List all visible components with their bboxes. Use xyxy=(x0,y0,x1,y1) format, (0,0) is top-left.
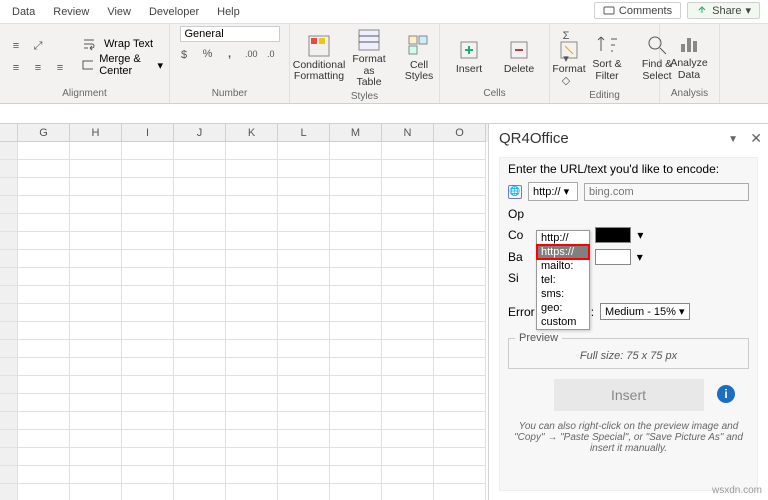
conditional-formatting-button[interactable]: Conditional Formatting xyxy=(296,32,342,85)
watermark: wsxdn.com xyxy=(712,485,762,496)
align-left-icon[interactable]: ≡ xyxy=(6,58,26,78)
increase-decimal-icon[interactable]: .00 xyxy=(242,44,262,64)
table-icon xyxy=(357,28,381,52)
scheme-option-selected[interactable]: https:// xyxy=(537,245,589,259)
group-label-cells: Cells xyxy=(446,88,543,101)
pane-menu-icon[interactable]: ▼ xyxy=(728,134,738,145)
preview-size: Full size: 75 x 75 px xyxy=(515,350,742,362)
column-headers: G H I J K L M N O xyxy=(0,124,488,142)
wrap-text-button[interactable]: Wrap Text xyxy=(82,37,163,51)
size-label: Si xyxy=(508,271,519,285)
sort-icon xyxy=(595,33,619,57)
insert-icon xyxy=(457,38,481,62)
globe-icon: 🌐 xyxy=(508,185,522,199)
options-label: Op xyxy=(508,207,524,221)
scheme-option[interactable]: geo: xyxy=(537,301,589,315)
svg-text:.0: .0 xyxy=(267,49,275,59)
menu-help[interactable]: Help xyxy=(217,6,240,18)
scheme-option[interactable]: mailto: xyxy=(537,259,589,273)
qr4office-pane: QR4Office ▼ ✕ Enter the URL/text you'd l… xyxy=(488,124,768,500)
orientation-icon[interactable]: ⤢ xyxy=(28,36,48,56)
tip-text: You can also right-click on the preview … xyxy=(508,421,749,454)
col-header[interactable]: J xyxy=(174,124,226,142)
scheme-select[interactable]: http:// ▾ xyxy=(528,182,578,201)
group-label-editing: Editing xyxy=(556,90,653,103)
group-label-alignment: Alignment xyxy=(6,88,163,101)
comments-button[interactable]: Comments xyxy=(594,2,681,19)
bg-color[interactable] xyxy=(595,249,631,265)
chevron-down-icon: ▾ xyxy=(745,4,751,17)
scheme-option[interactable]: tel: xyxy=(537,273,589,287)
col-header[interactable]: K xyxy=(226,124,278,142)
scheme-option[interactable]: custom xyxy=(537,315,589,329)
preview-box: Preview Full size: 75 x 75 px xyxy=(508,332,749,369)
info-icon[interactable]: i xyxy=(717,385,735,403)
close-icon[interactable]: ✕ xyxy=(750,130,762,147)
preview-label: Preview xyxy=(515,332,562,344)
scheme-dropdown: http:// https:// mailto: tel: sms: geo: … xyxy=(536,230,590,330)
merge-center-button[interactable]: Merge & Center▾ xyxy=(82,53,163,77)
format-table-button[interactable]: Format as Table xyxy=(346,26,392,91)
align-top-icon[interactable]: ≡ xyxy=(6,36,26,56)
scheme-option[interactable]: http:// xyxy=(537,231,589,245)
align-center-icon[interactable]: ≡ xyxy=(28,58,48,78)
delete-cells-button[interactable]: Delete xyxy=(496,36,542,78)
error-correction-select[interactable]: Medium - 15% ▾ xyxy=(600,303,690,320)
prompt-text: Enter the URL/text you'd like to encode: xyxy=(508,162,749,176)
fill-icon[interactable]: ▾ xyxy=(556,48,576,68)
align-right-icon[interactable]: ≡ xyxy=(50,58,70,78)
analyze-icon xyxy=(677,32,701,56)
col-header[interactable]: O xyxy=(434,124,486,142)
menu-developer[interactable]: Developer xyxy=(149,6,199,18)
url-input[interactable] xyxy=(584,183,749,201)
share-button[interactable]: Share▾ xyxy=(687,2,760,19)
currency-icon[interactable]: $ xyxy=(176,44,196,64)
delete-icon xyxy=(507,38,531,62)
fg-color[interactable] xyxy=(595,227,631,243)
clear-icon[interactable]: ◇ xyxy=(556,70,576,90)
share-icon xyxy=(696,5,708,17)
percent-icon[interactable]: % xyxy=(198,44,218,64)
svg-text:$: $ xyxy=(181,49,187,61)
chevron-down-icon: ▾ xyxy=(157,59,163,72)
formula-bar[interactable] xyxy=(0,104,768,124)
sort-filter-button[interactable]: Sort & Filter xyxy=(584,31,630,84)
cf-icon xyxy=(307,34,331,58)
menu-review[interactable]: Review xyxy=(53,6,89,18)
col-header[interactable]: I xyxy=(122,124,174,142)
ribbon: ≡⤢ ≡≡≡ Wrap Text Merge & Center▾ Alignme… xyxy=(0,24,768,104)
wrap-icon xyxy=(82,37,98,51)
col-header[interactable]: H xyxy=(70,124,122,142)
col-header[interactable]: M xyxy=(330,124,382,142)
background-label: Ba xyxy=(508,250,523,264)
menu-view[interactable]: View xyxy=(107,6,131,18)
autosum-icon[interactable]: Σ xyxy=(556,26,576,46)
col-header[interactable]: G xyxy=(18,124,70,142)
number-format-combo[interactable] xyxy=(180,26,280,42)
cell-styles-button[interactable]: Cell Styles xyxy=(396,32,442,85)
group-label-styles: Styles xyxy=(296,91,433,104)
insert-button[interactable]: Insert xyxy=(554,379,704,411)
comment-icon xyxy=(603,5,615,17)
analyze-data-button[interactable]: Analyze Data xyxy=(666,30,712,83)
col-header[interactable]: N xyxy=(382,124,434,142)
svg-text:.00: .00 xyxy=(245,49,258,59)
pane-title: QR4Office xyxy=(499,130,758,147)
insert-cells-button[interactable]: Insert xyxy=(446,36,492,78)
merge-icon xyxy=(82,58,93,72)
comma-icon[interactable]: , xyxy=(220,44,240,64)
scheme-option[interactable]: sms: xyxy=(537,287,589,301)
group-label-analysis: Analysis xyxy=(666,88,713,101)
menu-data[interactable]: Data xyxy=(12,6,35,18)
col-header[interactable]: L xyxy=(278,124,330,142)
group-label-number: Number xyxy=(176,88,283,101)
decrease-decimal-icon[interactable]: .0 xyxy=(264,44,284,64)
styles-icon xyxy=(407,34,431,58)
color-label: Co xyxy=(508,228,523,242)
menu-bar: Data Review View Developer Help Comments… xyxy=(0,0,768,24)
spreadsheet-grid[interactable]: G H I J K L M N O xyxy=(0,124,488,500)
